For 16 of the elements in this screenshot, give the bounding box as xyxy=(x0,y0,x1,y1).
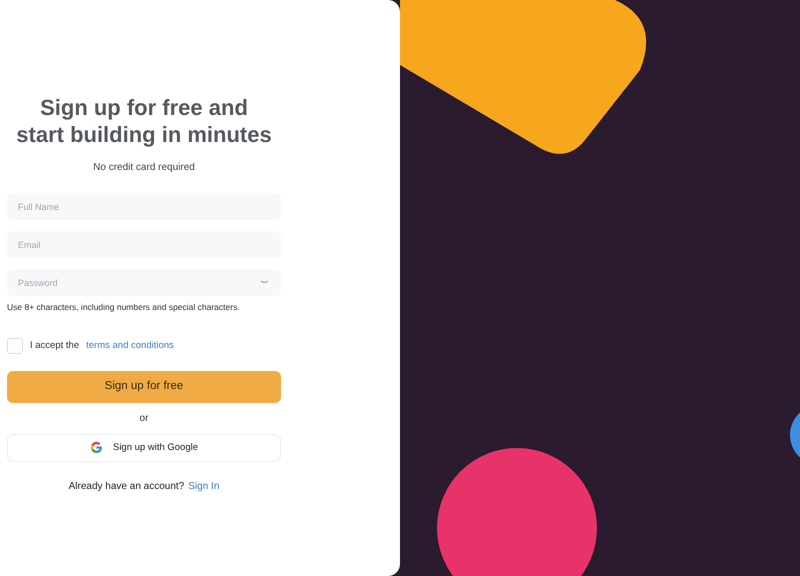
signin-link[interactable]: Sign In xyxy=(188,478,220,494)
or-label: or xyxy=(140,412,148,426)
eye-closed-icon[interactable] xyxy=(260,280,269,285)
password-field[interactable]: Password xyxy=(7,269,281,296)
checkbox[interactable] xyxy=(7,338,23,354)
terms-link[interactable]: terms and conditions xyxy=(86,338,174,353)
terms-label: I accept the xyxy=(30,338,80,353)
heading: Sign up for free and start building in minutes xyxy=(15,94,273,148)
signin-prompt: Already have an account? xyxy=(68,480,184,494)
input-field[interactable]: Full Name xyxy=(7,193,281,220)
google-icon xyxy=(90,441,103,454)
subheading: No credit card required xyxy=(93,161,195,175)
google-signup-button[interactable]: Sign up with Google xyxy=(7,434,281,462)
input-field[interactable]: Email xyxy=(7,231,281,258)
password-hint: Use 8+ characters, including numbers and special characters. xyxy=(7,301,240,314)
signup-button[interactable]: Sign up for free xyxy=(7,370,281,403)
